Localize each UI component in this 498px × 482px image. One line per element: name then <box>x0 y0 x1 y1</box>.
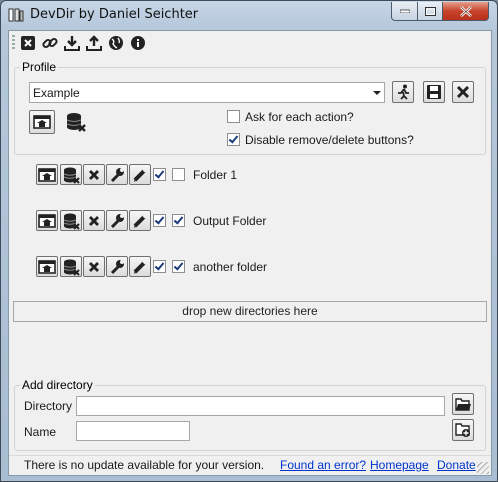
remove-database-icon <box>62 212 80 230</box>
download-icon[interactable] <box>64 35 80 51</box>
folder-enabled-checkbox[interactable] <box>153 260 166 273</box>
delete-icon <box>456 85 470 99</box>
open-folder-icon <box>38 213 56 229</box>
settings-button[interactable] <box>106 164 128 185</box>
edit-folder-button[interactable] <box>129 210 151 231</box>
drop-zone[interactable]: drop new directories here <box>13 301 487 322</box>
folder-name: Output Folder <box>193 214 267 228</box>
close-window-button[interactable] <box>442 2 489 21</box>
open-folder-icon <box>38 167 56 183</box>
directory-label: Directory <box>24 399 73 413</box>
open-folder-icon <box>38 259 56 275</box>
add-directory-legend: Add directory <box>20 378 95 392</box>
folder-name: Folder 1 <box>193 168 238 182</box>
folder-enabled-checkbox[interactable] <box>153 214 166 227</box>
title-bar[interactable]: DevDir by Daniel Seichter <box>1 1 497 29</box>
chevron-down-icon <box>373 91 381 95</box>
name-label: Name <box>24 425 57 439</box>
donate-link[interactable]: Donate <box>437 458 476 472</box>
folder-add-icon <box>455 422 471 438</box>
minimize-button[interactable] <box>391 2 418 21</box>
settings-button[interactable] <box>106 256 128 277</box>
remove-all-database-button[interactable] <box>63 110 89 134</box>
toolbar <box>9 31 491 55</box>
folder-name: another folder <box>193 260 268 274</box>
add-directory-group <box>14 385 486 451</box>
folder-tree-icon <box>8 8 24 22</box>
name-input[interactable] <box>76 421 190 441</box>
run-profile-button[interactable] <box>392 81 414 103</box>
app-window: DevDir by Daniel Seichter Profile Exampl… <box>0 0 498 482</box>
disable-remove-label: Disable remove/delete buttons? <box>245 133 414 147</box>
toolbar-grip[interactable] <box>12 35 15 51</box>
globe-icon[interactable] <box>108 35 124 51</box>
delete-folder-button[interactable] <box>83 256 105 277</box>
link-icon[interactable] <box>42 35 58 51</box>
status-bar: There is no update available for your ve… <box>9 455 491 475</box>
open-folder-button[interactable] <box>36 164 58 185</box>
remove-database-icon <box>65 111 87 133</box>
maximize-icon <box>424 6 436 16</box>
delete-profile-button[interactable] <box>452 81 474 103</box>
main-panel: Profile Example Ask for each action? Dis… <box>8 30 492 476</box>
save-profile-button[interactable] <box>423 81 445 103</box>
window-title: DevDir by Daniel Seichter <box>30 7 199 22</box>
remove-database-button[interactable] <box>60 164 82 185</box>
folder-select-checkbox[interactable] <box>172 214 185 227</box>
pencil-icon <box>132 259 148 275</box>
profile-select-value: Example <box>33 86 80 100</box>
close-icon <box>459 5 472 17</box>
info-icon[interactable] <box>130 35 146 51</box>
open-folder-button[interactable] <box>36 256 58 277</box>
edit-folder-button[interactable] <box>129 164 151 185</box>
folder-select-checkbox[interactable] <box>172 168 185 181</box>
open-all-folders-button[interactable] <box>29 110 55 134</box>
ask-each-action-checkbox[interactable] <box>227 110 240 123</box>
browse-directory-button[interactable] <box>452 393 474 415</box>
disable-remove-checkbox[interactable] <box>227 133 240 146</box>
wrench-icon <box>109 213 125 229</box>
folder-open-icon <box>455 397 471 411</box>
delete-icon <box>88 215 100 227</box>
save-icon <box>426 84 442 100</box>
remove-database-icon <box>62 258 80 276</box>
open-folder-button[interactable] <box>36 210 58 231</box>
add-directory-button[interactable] <box>452 419 474 441</box>
resize-grip[interactable] <box>477 462 489 474</box>
remove-database-icon <box>62 166 80 184</box>
minimize-icon <box>399 9 410 13</box>
remove-database-button[interactable] <box>60 256 82 277</box>
profile-select[interactable]: Example <box>29 82 385 103</box>
profile-legend: Profile <box>20 60 59 74</box>
edit-folder-button[interactable] <box>129 256 151 277</box>
upload-icon[interactable] <box>86 35 102 51</box>
ask-each-action-label: Ask for each action? <box>245 110 354 124</box>
status-message: There is no update available for your ve… <box>24 458 265 472</box>
settings-button[interactable] <box>106 210 128 231</box>
delete-icon <box>88 169 100 181</box>
run-icon <box>395 84 411 100</box>
report-error-link[interactable]: Found an error? <box>280 458 366 472</box>
open-folder-icon <box>33 114 51 130</box>
pencil-icon <box>132 213 148 229</box>
folder-enabled-checkbox[interactable] <box>153 168 166 181</box>
delete-folder-button[interactable] <box>83 210 105 231</box>
delete-folder-button[interactable] <box>83 164 105 185</box>
homepage-link[interactable]: Homepage <box>370 458 429 472</box>
remove-database-button[interactable] <box>60 210 82 231</box>
directory-input[interactable] <box>76 396 445 416</box>
close-x-icon[interactable] <box>20 35 36 51</box>
wrench-icon <box>109 259 125 275</box>
wrench-icon <box>109 167 125 183</box>
folder-select-checkbox[interactable] <box>172 260 185 273</box>
maximize-button[interactable] <box>417 2 443 21</box>
delete-icon <box>88 261 100 273</box>
pencil-icon <box>132 167 148 183</box>
